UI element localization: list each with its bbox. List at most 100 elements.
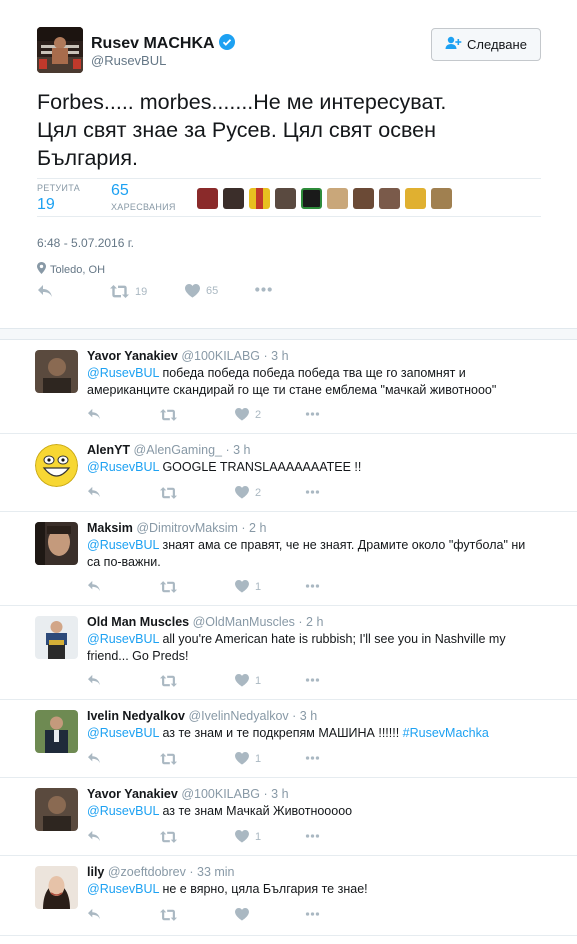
reply-tweet[interactable]: lily @zoeftdobrev · 33 min @RusevBUL не … bbox=[0, 856, 577, 936]
reply-avatar[interactable] bbox=[35, 616, 78, 659]
reply-author-handle[interactable]: @IvelinNedyalkov bbox=[188, 709, 288, 723]
liker-avatar[interactable] bbox=[405, 188, 426, 209]
liker-avatar[interactable] bbox=[197, 188, 218, 209]
reply-author-name[interactable]: AlenYT bbox=[87, 443, 130, 457]
like-button[interactable]: 1 bbox=[235, 580, 261, 593]
more-button[interactable] bbox=[305, 756, 320, 760]
reply-button[interactable] bbox=[87, 752, 101, 764]
reply-time[interactable]: · 2 h bbox=[241, 521, 266, 535]
reply-button[interactable] bbox=[37, 284, 53, 298]
reply-author-handle[interactable]: @100KILABG bbox=[181, 349, 260, 363]
reply-mention[interactable]: @RusevBUL bbox=[87, 460, 159, 474]
reply-avatar[interactable] bbox=[35, 788, 78, 831]
reply-time[interactable]: · 33 min bbox=[189, 865, 234, 879]
reply-mention[interactable]: @RusevBUL bbox=[87, 726, 159, 740]
like-count: 1 bbox=[255, 752, 262, 765]
like-button[interactable]: 65 bbox=[185, 284, 218, 298]
reply-author-name[interactable]: lily bbox=[87, 865, 104, 879]
likes-count[interactable]: 65 bbox=[111, 182, 129, 200]
retweet-button[interactable] bbox=[160, 909, 177, 921]
reply-author-handle[interactable]: @AlenGaming_ bbox=[134, 443, 222, 457]
reply-author-handle[interactable]: @zoeftdobrev bbox=[108, 865, 186, 879]
liker-avatar[interactable] bbox=[275, 188, 296, 209]
like-button[interactable] bbox=[235, 908, 255, 921]
reply-mention[interactable]: @RusevBUL bbox=[87, 804, 159, 818]
reply-avatar[interactable] bbox=[35, 710, 78, 753]
reply-tweet[interactable]: Maksim @DimitrovMaksim · 2 h @RusevBUL з… bbox=[0, 512, 577, 606]
reply-button[interactable] bbox=[87, 908, 101, 920]
reply-author-name[interactable]: Maksim bbox=[87, 521, 133, 535]
more-button[interactable] bbox=[305, 834, 320, 838]
reply-author-handle[interactable]: @DimitrovMaksim bbox=[136, 521, 238, 535]
reply-time[interactable]: · 3 h bbox=[264, 349, 289, 363]
reply-author-handle[interactable]: @OldManMuscles bbox=[193, 615, 295, 629]
reply-avatar[interactable] bbox=[35, 522, 78, 565]
reply-author-name[interactable]: Yavor Yanakiev bbox=[87, 787, 178, 801]
like-button[interactable]: 1 bbox=[235, 752, 261, 765]
likers-avatars bbox=[197, 188, 452, 209]
liker-avatar[interactable] bbox=[379, 188, 400, 209]
reply-button[interactable] bbox=[87, 830, 101, 842]
reply-tweet[interactable]: Old Man Muscles @OldManMuscles · 2 h @Ru… bbox=[0, 606, 577, 700]
more-button[interactable] bbox=[305, 912, 320, 916]
liker-avatar[interactable] bbox=[249, 188, 270, 209]
reply-mention[interactable]: @RusevBUL bbox=[87, 632, 159, 646]
reply-time[interactable]: · 3 h bbox=[225, 443, 250, 457]
reply-author-name[interactable]: Old Man Muscles bbox=[87, 615, 189, 629]
more-button[interactable] bbox=[305, 412, 320, 416]
more-icon bbox=[305, 834, 320, 838]
reply-button[interactable] bbox=[87, 674, 101, 686]
author-handle[interactable]: @RusevBUL bbox=[91, 53, 166, 68]
reply-tweet[interactable]: Ivelin Nedyalkov @IvelinNedyalkov · 3 h … bbox=[0, 700, 577, 778]
liker-avatar[interactable] bbox=[431, 188, 452, 209]
author-fullname[interactable]: Rusev MACHKA bbox=[91, 34, 235, 53]
reply-hashtag[interactable]: #RusevMachka bbox=[403, 726, 489, 740]
reply-button[interactable] bbox=[87, 408, 101, 420]
retweets-count[interactable]: 19 bbox=[37, 196, 55, 214]
retweet-button[interactable] bbox=[160, 409, 177, 421]
reply-time[interactable]: · 3 h bbox=[292, 709, 317, 723]
reply-time[interactable]: · 3 h bbox=[264, 787, 289, 801]
reply-time[interactable]: · 2 h bbox=[298, 615, 323, 629]
reply-avatar[interactable] bbox=[35, 350, 78, 393]
more-button[interactable] bbox=[305, 678, 320, 682]
liker-avatar[interactable] bbox=[301, 188, 322, 209]
tweet-stats: РЕТУИТА 19 65 ХАРЕСВАНИЯ bbox=[37, 178, 541, 217]
reply-button[interactable] bbox=[87, 486, 101, 498]
tweet-timestamp[interactable]: 6:48 - 5.07.2016 г. bbox=[37, 236, 134, 250]
tweet-location[interactable]: Toledo, OH bbox=[37, 262, 105, 277]
reply-tweet[interactable]: Yavor Yanakiev @100KILABG · 3 h @RusevBU… bbox=[0, 340, 577, 434]
retweet-button[interactable] bbox=[160, 487, 177, 499]
more-button[interactable] bbox=[255, 287, 272, 292]
retweet-button[interactable] bbox=[160, 831, 177, 843]
like-button[interactable]: 2 bbox=[235, 486, 261, 499]
more-button[interactable] bbox=[305, 584, 320, 588]
retweet-button[interactable] bbox=[160, 675, 177, 687]
reply-button[interactable] bbox=[87, 580, 101, 592]
reply-mention[interactable]: @RusevBUL bbox=[87, 366, 159, 380]
reply-text-body: аз те знам и те подкрепям МАШИНА !!!!!! bbox=[158, 726, 403, 740]
liker-avatar[interactable] bbox=[223, 188, 244, 209]
reply-author-name[interactable]: Yavor Yanakiev bbox=[87, 349, 178, 363]
like-button[interactable]: 1 bbox=[235, 830, 261, 843]
author-avatar[interactable] bbox=[37, 27, 83, 73]
liker-avatar[interactable] bbox=[353, 188, 374, 209]
liker-avatar[interactable] bbox=[327, 188, 348, 209]
follow-button[interactable]: Следване bbox=[431, 28, 541, 61]
reply-author-name[interactable]: Ivelin Nedyalkov bbox=[87, 709, 185, 723]
reply-mention[interactable]: @RusevBUL bbox=[87, 538, 159, 552]
reply-avatar[interactable] bbox=[35, 866, 78, 909]
reply-tweet[interactable]: AlenYT @AlenGaming_ · 3 h @RusevBUL GOOG… bbox=[0, 434, 577, 512]
like-button[interactable]: 2 bbox=[235, 408, 261, 421]
like-icon bbox=[235, 752, 249, 765]
more-button[interactable] bbox=[305, 490, 320, 494]
retweet-button[interactable] bbox=[160, 753, 177, 765]
retweet-button[interactable]: 19 bbox=[110, 285, 147, 298]
tweet-text: Forbes..... morbes.......Не ме интересув… bbox=[37, 88, 547, 172]
reply-avatar[interactable] bbox=[35, 444, 78, 487]
like-button[interactable]: 1 bbox=[235, 674, 261, 687]
retweet-button[interactable] bbox=[160, 581, 177, 593]
reply-mention[interactable]: @RusevBUL bbox=[87, 882, 159, 896]
reply-tweet[interactable]: Yavor Yanakiev @100KILABG · 3 h @RusevBU… bbox=[0, 778, 577, 856]
reply-author-handle[interactable]: @100KILABG bbox=[181, 787, 260, 801]
